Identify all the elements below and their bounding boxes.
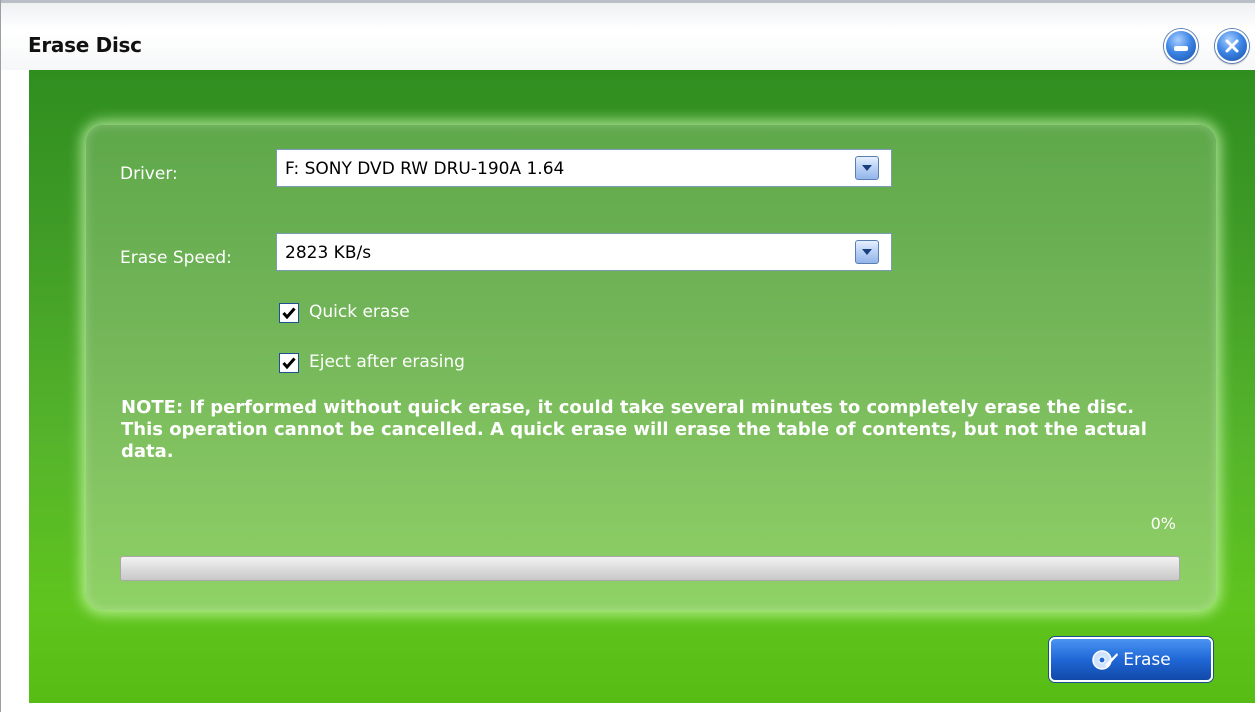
- minimize-icon: [1174, 45, 1188, 51]
- driver-select[interactable]: F: SONY DVD RW DRU-190A 1.64: [276, 149, 892, 187]
- erase-progress-bar: [120, 556, 1180, 581]
- chevron-down-icon[interactable]: [855, 156, 879, 180]
- checkmark-icon: [282, 354, 296, 373]
- progress-percent: 0%: [1150, 514, 1176, 533]
- erase-note: NOTE: If performed without quick erase, …: [121, 397, 1147, 462]
- window-title: Erase Disc: [28, 33, 142, 57]
- erase-speed-select-value: 2823 KB/s: [285, 243, 372, 263]
- quick-erase-label[interactable]: Quick erase: [309, 302, 410, 322]
- erase-button-label: Erase: [1123, 649, 1171, 670]
- minimize-button[interactable]: [1164, 29, 1198, 63]
- eject-after-erasing-label[interactable]: Eject after erasing: [309, 352, 465, 372]
- quick-erase-checkbox[interactable]: [279, 303, 299, 323]
- close-icon: [1225, 39, 1239, 53]
- chevron-down-icon[interactable]: [855, 240, 879, 264]
- erase-disc-window: Erase Disc Driver: F: SONY DVD RW DRU-19…: [0, 0, 1255, 712]
- erase-button[interactable]: Erase: [1049, 637, 1213, 682]
- erase-disc-icon: [1091, 649, 1119, 671]
- erase-speed-select[interactable]: 2823 KB/s: [276, 233, 892, 271]
- checkmark-icon: [282, 304, 296, 323]
- driver-label: Driver:: [120, 164, 178, 184]
- options-panel: [86, 125, 1216, 610]
- dialog-body: Driver: F: SONY DVD RW DRU-190A 1.64 Era…: [29, 70, 1255, 703]
- close-button[interactable]: [1215, 29, 1249, 63]
- erase-speed-label: Erase Speed:: [120, 248, 232, 268]
- driver-select-value: F: SONY DVD RW DRU-190A 1.64: [285, 159, 565, 179]
- title-bar[interactable]: Erase Disc: [1, 0, 1255, 70]
- eject-after-erasing-checkbox[interactable]: [279, 353, 299, 373]
